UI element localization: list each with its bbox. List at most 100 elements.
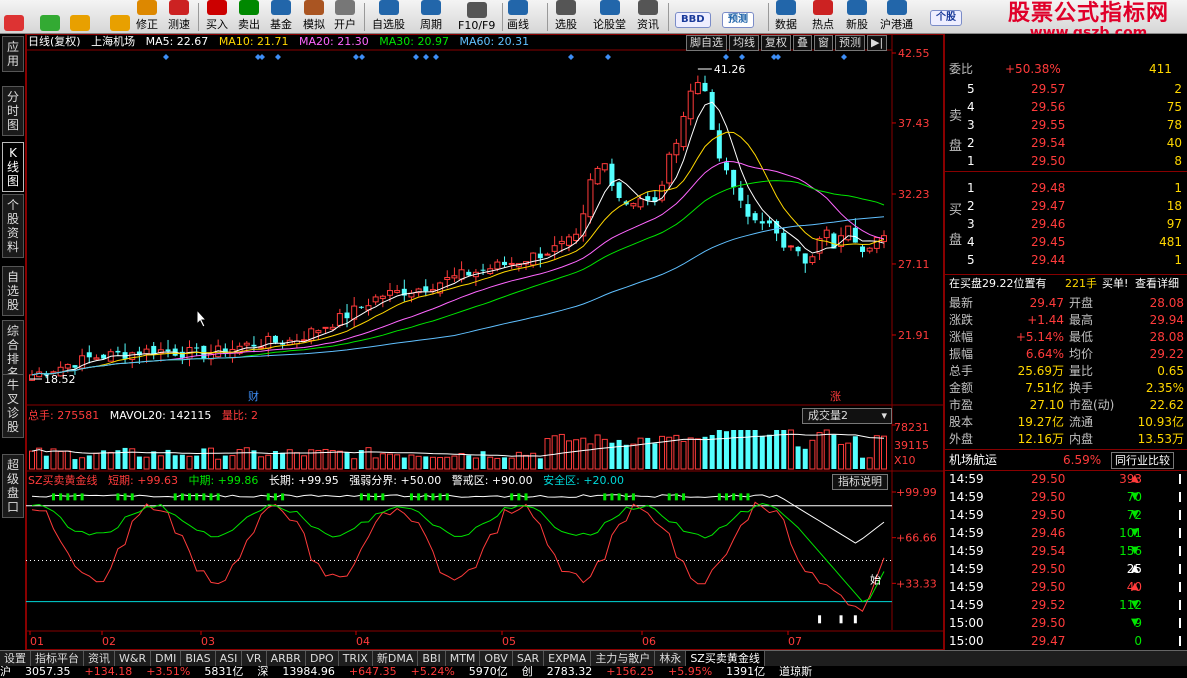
toolbar-button-label: 选股 (555, 18, 577, 31)
volume-bar-up (57, 450, 64, 470)
indicator-tab-1[interactable]: 指标平台 (31, 651, 84, 666)
indicator-tab-12[interactable]: BBI (418, 651, 446, 666)
position-note: 在买盘29.22位置有 (949, 277, 1047, 290)
indicator-tab-11[interactable]: 新DMA (373, 651, 419, 666)
view-detail-link[interactable]: 查看详细 (1135, 275, 1179, 293)
ask-volume: 8 (1174, 154, 1182, 168)
toolbar-button-15[interactable]: 选股 (555, 0, 577, 34)
chart-tool-1[interactable]: 均线 (729, 35, 759, 51)
volume-bar-down (774, 430, 780, 469)
volume-bar-down (738, 430, 744, 469)
candle-body-up (823, 229, 830, 239)
chart-tool-2[interactable]: 复权 (761, 35, 791, 51)
toolbar-button-10[interactable]: 开户 (334, 0, 356, 34)
toolbar-button-0[interactable] (4, 0, 24, 34)
quote-value: +5.14% (1015, 330, 1064, 344)
indicator-tab-17[interactable]: 主力与散户 (591, 651, 656, 666)
indicator-help-button[interactable]: 指标说明 (832, 474, 888, 490)
toolbar-button-12[interactable]: 周期 (420, 0, 442, 34)
predict-button[interactable]: 预测 (722, 12, 754, 28)
chart-tool-0[interactable]: 脚自选 (686, 35, 727, 51)
candle-body-down (860, 246, 866, 252)
toolbar-button-13[interactable]: F10/F9 (458, 0, 495, 34)
indicator-tab-6[interactable]: ASI (216, 651, 243, 666)
toolbar-button-7[interactable]: 卖出 (238, 0, 260, 34)
low-price-annotation: 18.52 (44, 373, 76, 386)
volume-bar-up (558, 433, 565, 470)
chart-tool-3[interactable]: 叠 (793, 35, 812, 51)
toolbar-button-label: 开户 (334, 18, 356, 31)
main-chart-header: 日线(复权) 上海机场 MA5: 22.67 MA10: 21.71 MA20:… (28, 35, 536, 49)
toolbar-button-20[interactable]: 新股 (846, 0, 868, 34)
candle-body-down (101, 354, 107, 359)
indicator-tab-3[interactable]: W&R (115, 651, 152, 666)
toolbar-button-19[interactable]: 热点 (812, 0, 834, 34)
indicator-tab-19[interactable]: SZ买卖黄金线 (686, 651, 765, 666)
toolbar-button-16[interactable]: 论股堂 (593, 0, 626, 34)
bbd-button[interactable]: BBD (675, 12, 711, 28)
status-item: 13984.96 (282, 666, 335, 678)
chart-tool-5[interactable]: 预测 (835, 35, 865, 51)
candle-body-up (809, 256, 816, 264)
toolbar-button-5[interactable]: 测速 (168, 0, 190, 34)
left-tab-1[interactable]: 分时图 (2, 86, 24, 136)
bid-row: 3 29.46 97 (945, 215, 1187, 233)
volume-bar-up (816, 432, 823, 470)
toolbar-button-6[interactable]: 买入 (206, 0, 228, 34)
toolbar-button-14[interactable]: 画线 (507, 0, 529, 34)
chart-canvas[interactable]: 42.55 37.43 32.23 27.11 21.91 41.26 18.52 财 涨 782… (26, 34, 944, 650)
toolbar-button-18[interactable]: 数据 (775, 0, 797, 34)
industry-compare-button[interactable]: 同行业比较 (1111, 452, 1174, 469)
bottom-signal-bar (818, 615, 822, 624)
indicator-tab-15[interactable]: SAR (513, 651, 545, 666)
indicator-tab-9[interactable]: DPO (306, 651, 339, 666)
toolbar-separator (768, 3, 769, 31)
indicator-tab-7[interactable]: VR (242, 651, 267, 666)
toolbar-button-17[interactable]: 资讯 (637, 0, 659, 34)
quote-label: 市盈 (949, 398, 974, 412)
x-axis-label: 04 (356, 635, 370, 648)
chart-tool-4[interactable]: 窗 (814, 35, 833, 51)
volume-bar-down (480, 451, 486, 469)
ask-level: 4 (967, 100, 975, 114)
toolbar-button-4[interactable]: 修正 (136, 0, 158, 34)
toolbar-button-label: 沪港通 (880, 18, 913, 31)
indicator-tab-0[interactable]: 设置 (0, 651, 31, 666)
left-tab-4[interactable]: 自选股 (2, 266, 24, 316)
toolbar-button-1[interactable] (40, 0, 60, 34)
indicator-tab-13[interactable]: MTM (446, 651, 481, 666)
chart-tool-6[interactable]: ▶| (867, 35, 888, 51)
quote-value: 10.93亿 (1137, 415, 1184, 429)
toolbar-button-21[interactable]: 沪港通 (880, 0, 913, 34)
indicator-tab-10[interactable]: TRIX (339, 651, 373, 666)
volume-type-dropdown[interactable]: 成交量2 ▾ (802, 408, 892, 424)
left-tab-7[interactable]: 超级盘口 (2, 454, 24, 518)
toolbar-button-11[interactable]: 自选股 (372, 0, 405, 34)
ask-price: 29.50 (1031, 154, 1066, 168)
indicator-tab-4[interactable]: DMI (151, 651, 182, 666)
kline-chart-area[interactable]: 42.55 37.43 32.23 27.11 21.91 41.26 18.52 财 涨 782… (26, 34, 944, 650)
indicator-tab-2[interactable]: 资讯 (84, 651, 115, 666)
account-icon (335, 0, 355, 15)
quote-value: 0.65 (1157, 364, 1184, 378)
volume-bar-up (329, 450, 336, 470)
indicator-tab-18[interactable]: 林永 (655, 651, 687, 666)
left-tab-6[interactable]: 牛叉诊股 (2, 374, 24, 438)
tick-price: 29.54 (1031, 544, 1066, 558)
left-tab-3[interactable]: 个股资料 (2, 194, 24, 258)
ma10-line (31, 131, 885, 376)
event-marker-icon (775, 54, 781, 60)
quote-label: 流通 (1069, 415, 1094, 429)
toolbar-button-9[interactable]: 模拟 (303, 0, 325, 34)
toolbar-button-3[interactable] (110, 0, 130, 34)
tick-time: 15:00 (949, 616, 984, 630)
personal-button[interactable]: 个股 (930, 10, 962, 26)
indicator-tab-14[interactable]: OBV (480, 651, 513, 666)
left-tab-2[interactable]: K线图 (2, 142, 24, 192)
indicator-tab-16[interactable]: EXPMA (544, 651, 592, 666)
toolbar-button-2[interactable] (70, 0, 90, 34)
toolbar-button-8[interactable]: 基金 (270, 0, 292, 34)
indicator-tab-5[interactable]: BIAS (181, 651, 216, 666)
left-tab-0[interactable]: 应用 (2, 36, 24, 72)
indicator-tab-8[interactable]: ARBR (267, 651, 306, 666)
